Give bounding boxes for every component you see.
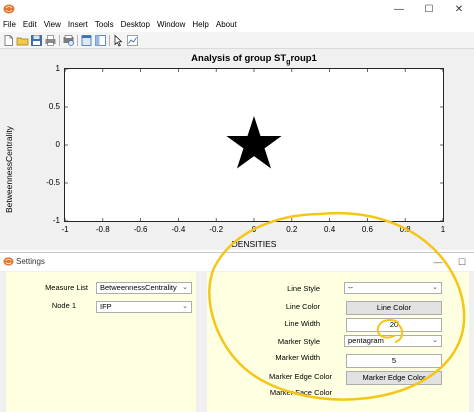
node1-label: Node 1 [51,301,76,310]
figure-toolbar [0,32,474,49]
line-style-label: Line Style [287,284,320,293]
menu-help[interactable]: Help [189,18,212,32]
axes[interactable] [64,68,444,222]
maximize-button[interactable]: ☐ [414,0,444,18]
settings-maximize-button[interactable]: ☐ [450,253,474,271]
x-tick-label: -0.4 [171,225,186,234]
x-tick-label: 0.6 [361,225,373,234]
marker-face-color-label: Marker Face Color [269,389,332,396]
measure-list-label: Measure List [45,283,88,292]
chart-title-main: Analysis of group ST [191,53,287,64]
line-color-button[interactable]: Line Color [346,301,442,315]
x-tick-label: -1 [61,225,69,234]
figure-panel-icon[interactable] [94,34,107,47]
measure-list-value: BetweennessCentrality [100,283,177,292]
close-button[interactable]: ✕ [444,0,474,18]
save-icon[interactable] [30,34,43,47]
dock-icon[interactable] [80,34,93,47]
x-tick-label: -0.2 [209,225,224,234]
print-preview-icon[interactable] [62,34,75,47]
node1-value: IFP [100,302,112,311]
chevron-down-icon: ⌄ [432,337,438,344]
new-file-icon[interactable] [2,34,15,47]
node1-dropdown[interactable]: IFP ⌄ [96,301,192,313]
y-tick-label: -0.5 [46,178,60,187]
pointer-icon[interactable] [112,34,125,47]
x-tick-label: -0.6 [133,225,148,234]
settings-window-controls: — ☐ [426,253,474,271]
menu-file[interactable]: File [0,18,20,32]
toolbar-separator [59,35,60,46]
y-tick-label: 0 [55,140,60,149]
line-color-label: Line Color [285,302,320,311]
marker-style-label: Marker Style [277,337,320,346]
x-tick-label: 0.4 [324,225,336,234]
x-tick-label: 0.2 [286,225,298,234]
y-axis-label: BetweennessCentrality [4,126,14,213]
measure-list-dropdown[interactable]: BetweennessCentrality ⌄ [96,282,192,294]
x-tick-label: -0.8 [95,225,110,234]
open-folder-icon[interactable] [16,34,29,47]
marker-width-field[interactable]: 5 [346,354,442,368]
marker-width-label: Marker Width [275,353,320,362]
chevron-down-icon: ⌄ [182,303,188,310]
x-tick-label: 0.8 [399,225,411,234]
marker-edge-color-button[interactable]: Marker Edge Color [346,371,442,385]
print-icon[interactable] [44,34,57,47]
chevron-down-icon: ⌄ [432,284,438,291]
toolbar-separator [77,35,78,46]
plot-svg [64,68,444,222]
menu-desktop[interactable]: Desktop [118,18,154,32]
brain-app-icon [3,4,15,14]
figure-titlebar: — ☐ ✕ [0,0,474,18]
settings-minimize-button[interactable]: — [426,253,450,271]
figure-window: — ☐ ✕ File Edit View Insert Tools Deskto… [0,0,474,250]
toolbar-separator [109,35,110,46]
marker-style-value: pentagram [348,336,384,345]
line-style-dropdown[interactable]: -- ⌄ [344,282,442,294]
line-style-value: -- [348,283,353,292]
line-width-field[interactable]: 20 [346,318,442,332]
settings-title: Settings [16,257,45,266]
chevron-down-icon: ⌄ [182,284,188,291]
menu-tools[interactable]: Tools [92,18,118,32]
minimize-button[interactable]: — [384,0,414,18]
y-tick-label: 0.5 [48,102,60,111]
line-width-label: Line Width [284,319,320,328]
x-tick-label: 0 [251,225,257,234]
menu-insert[interactable]: Insert [65,18,92,32]
menu-edit[interactable]: Edit [20,18,41,32]
brain-app-icon [3,257,14,266]
menu-window[interactable]: Window [154,18,189,32]
chart-title: Analysis of group STgroup1 [64,53,444,66]
x-axis-label: DENSITIES [231,239,277,249]
x-tick-label: 1 [440,225,446,234]
y-tick-label: 1 [55,64,60,73]
data-cursor-icon[interactable] [126,34,139,47]
data-point-pentagram[interactable] [226,116,282,169]
menubar: File Edit View Insert Tools Desktop Wind… [0,18,474,32]
y-tick-label: -1 [52,216,60,225]
chart-title-rest: roup1 [290,53,317,64]
marker-edge-color-label: Marker Edge Color [269,372,332,381]
figure-window-controls: — ☐ ✕ [384,0,474,18]
settings-titlebar: Settings — ☐ [0,253,474,271]
menu-view[interactable]: View [41,18,65,32]
marker-style-dropdown[interactable]: pentagram ⌄ [344,335,442,347]
menu-about[interactable]: About [213,18,241,32]
